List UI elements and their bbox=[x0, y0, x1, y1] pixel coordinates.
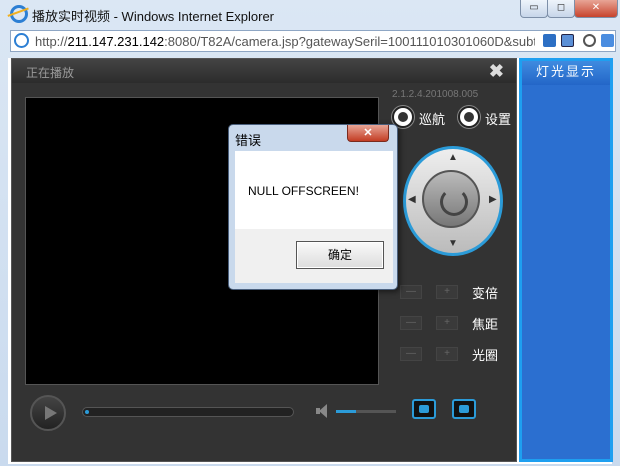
settings-icon[interactable] bbox=[458, 106, 480, 128]
focus-label: 焦距 bbox=[472, 317, 499, 332]
stop-icon[interactable] bbox=[583, 34, 596, 47]
side-panel: 灯光显示 bbox=[519, 58, 613, 462]
dialog-title: 错误 bbox=[235, 133, 262, 148]
volume-icon[interactable] bbox=[316, 404, 330, 418]
url-path: :8080/T82A/camera.jsp?gatewaySeril=10011… bbox=[164, 34, 535, 49]
title-bar: 播放实时视频 - Windows Internet Explorer ▭ ◻ ✕ bbox=[0, 0, 620, 28]
compatibility-view-icon[interactable] bbox=[543, 34, 556, 47]
refresh-icon[interactable] bbox=[601, 34, 614, 47]
ptz-down-arrow-icon[interactable]: ▼ bbox=[448, 238, 458, 249]
maximize-button[interactable]: ◻ bbox=[547, 0, 575, 18]
dialog-body: NULL OFFSCREEN! bbox=[235, 151, 393, 229]
address-bar[interactable]: http://211.147.231.142:8080/T82A/camera.… bbox=[10, 30, 616, 52]
ptz-power-button[interactable] bbox=[422, 170, 480, 228]
ok-button[interactable]: 确定 bbox=[296, 241, 384, 269]
dialog-close-button[interactable]: ✕ bbox=[347, 125, 389, 142]
url-host: 211.147.231.142 bbox=[67, 34, 165, 49]
play-button[interactable] bbox=[30, 395, 66, 431]
iris-minus-button[interactable]: — bbox=[400, 347, 422, 361]
playback-controls bbox=[24, 387, 516, 447]
focus-plus-button[interactable]: + bbox=[436, 316, 458, 330]
window-title: 播放实时视频 - Windows Internet Explorer bbox=[32, 9, 275, 24]
zoom-plus-button[interactable]: + bbox=[436, 285, 458, 299]
settings-label[interactable]: 设置 bbox=[485, 109, 511, 128]
address-text: http://211.147.231.142:8080/T82A/camera.… bbox=[35, 34, 535, 49]
url-scheme: http:// bbox=[35, 34, 68, 49]
version-text: 2.1.2.4.201008.005 bbox=[392, 89, 479, 100]
dialog-footer: 确定 bbox=[235, 229, 393, 283]
ptz-control[interactable]: ▲ ▼ ◀ ▶ bbox=[403, 146, 503, 256]
zoom-label: 变倍 bbox=[472, 286, 499, 301]
side-panel-title: 灯光显示 bbox=[522, 61, 610, 85]
player-title: 正在播放 bbox=[26, 66, 75, 80]
cruise-label[interactable]: 巡航 bbox=[419, 109, 445, 128]
help-icon[interactable] bbox=[561, 34, 574, 47]
iris-label: 光圈 bbox=[472, 348, 499, 363]
progress-fill bbox=[85, 410, 90, 414]
ptz-right-arrow-icon[interactable]: ▶ bbox=[489, 194, 497, 205]
ptz-up-arrow-icon[interactable]: ▲ bbox=[448, 152, 458, 163]
player-title-bar: 正在播放 ✖ bbox=[12, 59, 516, 83]
error-dialog: 错误 ✕ NULL OFFSCREEN! 确定 bbox=[228, 124, 398, 290]
player-close-icon[interactable]: ✖ bbox=[489, 61, 504, 82]
page-icon bbox=[14, 33, 29, 48]
record-button[interactable] bbox=[452, 399, 476, 419]
dialog-message: NULL OFFSCREEN! bbox=[248, 184, 359, 198]
ie-logo-icon bbox=[10, 5, 28, 23]
ptz-left-arrow-icon[interactable]: ◀ bbox=[408, 194, 416, 205]
progress-bar[interactable] bbox=[82, 407, 294, 417]
browser-window: 播放实时视频 - Windows Internet Explorer ▭ ◻ ✕… bbox=[0, 0, 620, 466]
volume-slider[interactable] bbox=[336, 410, 396, 413]
window-close-button[interactable]: ✕ bbox=[574, 0, 618, 18]
iris-plus-button[interactable]: + bbox=[436, 347, 458, 361]
zoom-minus-button[interactable]: — bbox=[400, 285, 422, 299]
snapshot-button[interactable] bbox=[412, 399, 436, 419]
minimize-button[interactable]: ▭ bbox=[520, 0, 548, 18]
volume-fill bbox=[336, 410, 356, 413]
focus-minus-button[interactable]: — bbox=[400, 316, 422, 330]
